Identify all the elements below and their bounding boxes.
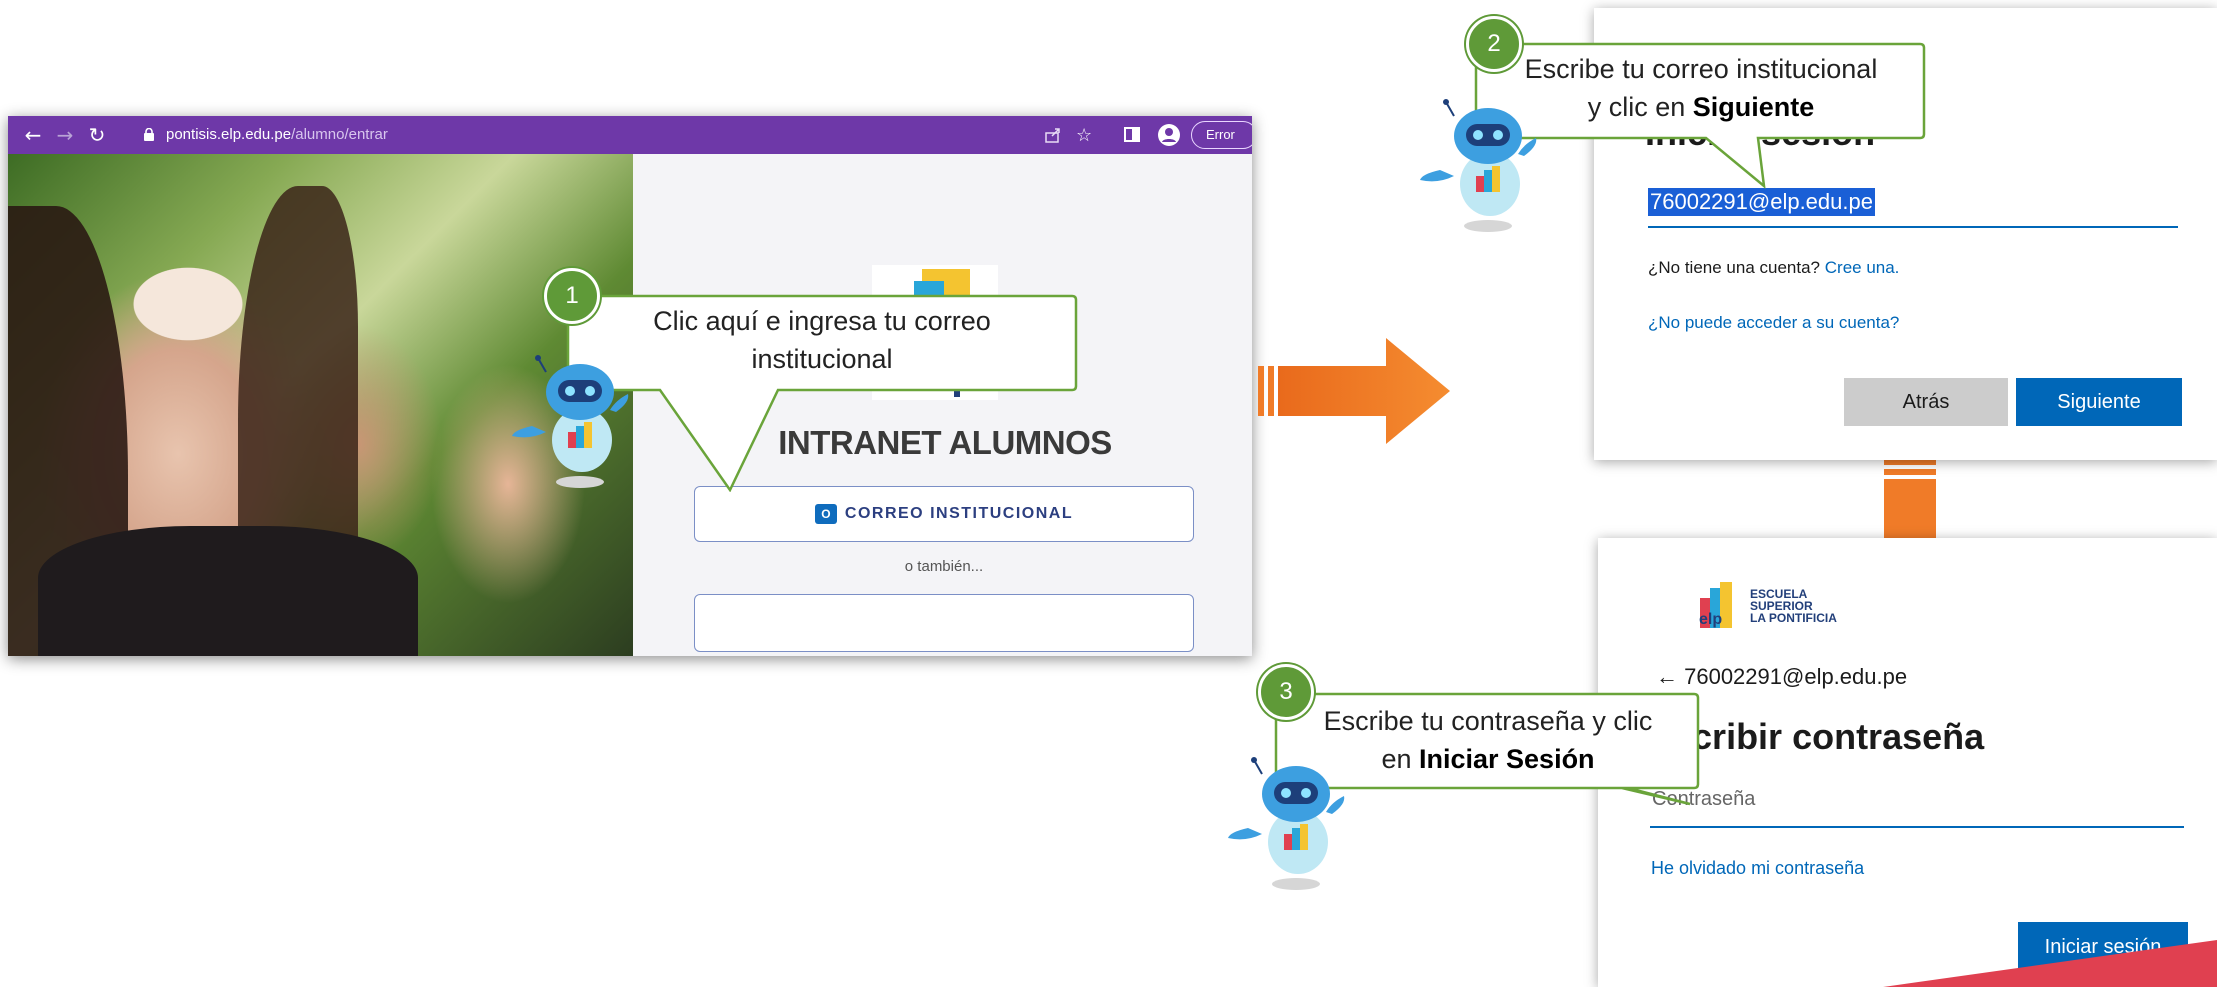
robot-mascot-icon (512, 355, 629, 488)
forward-icon[interactable]: → (54, 124, 76, 146)
callout-1-text: Clic aquí e ingresa tu correo institucio… (653, 306, 991, 374)
step-1-badge: 1 (544, 268, 600, 324)
callout-2-text: Escribe tu correo institucional y clic e… (1524, 54, 1878, 122)
alternate-login-input[interactable] (694, 594, 1194, 652)
back-icon[interactable]: ← (22, 124, 44, 146)
share-icon[interactable] (1044, 126, 1062, 149)
school-name: ESCUELA SUPERIOR LA PONTIFICIA (1750, 587, 1837, 625)
correo-button-label: CORREO INSTITUCIONAL (844, 505, 1074, 522)
reload-icon[interactable]: ↻ (86, 124, 108, 146)
back-button[interactable]: Atrás (1844, 378, 2008, 426)
outlook-icon: O (814, 504, 837, 524)
email-field-value: 76002291@elp.edu.pe (1648, 188, 1875, 216)
error-pill[interactable]: Error (1191, 121, 1252, 149)
robot-mascot-icon (1228, 757, 1345, 890)
address-bar[interactable]: pontisis.elp.edu.pe/alumno/entrar (166, 126, 388, 143)
cant-access-link[interactable]: ¿No puede acceder a su cuenta? (1648, 313, 1899, 333)
svg-text:elp: elp (1699, 611, 1722, 628)
no-account-text: ¿No tiene una cuenta? Cree una. (1648, 258, 1900, 277)
arrow-right-icon (1258, 338, 1450, 444)
profile-icon[interactable] (1158, 124, 1180, 146)
photo-detail (38, 526, 418, 656)
robot-mascot-icon (1420, 99, 1537, 232)
also-text: o también... (904, 558, 984, 575)
next-button[interactable]: Siguiente (2016, 378, 2182, 426)
lock-icon (144, 127, 154, 141)
sidepanel-icon[interactable] (1124, 127, 1140, 142)
create-account-link[interactable]: Cree una. (1825, 258, 1900, 277)
step-3-badge: 3 (1258, 664, 1314, 720)
back-email-link[interactable]: ← 76002291@elp.edu.pe (1656, 664, 1907, 690)
forgot-password-link[interactable]: He olvidado mi contraseña (1651, 858, 1864, 879)
star-icon[interactable]: ☆ (1076, 125, 1092, 146)
browser-toolbar: ← → ↻ pontisis.elp.edu.pe/alumno/entrar … (8, 116, 1252, 154)
correo-institucional-button[interactable]: O CORREO INSTITUCIONAL (694, 486, 1194, 542)
school-logo: elp (1699, 582, 1732, 628)
step-2-badge: 2 (1466, 16, 1522, 72)
